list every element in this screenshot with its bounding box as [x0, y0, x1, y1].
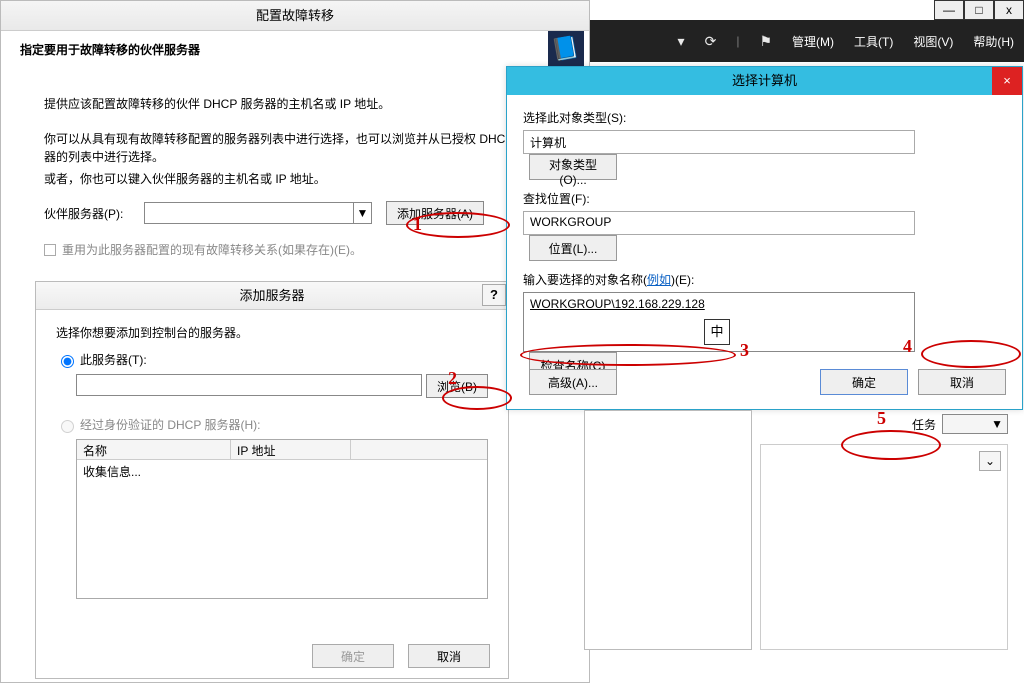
menu-manage[interactable]: 管理(M): [792, 33, 834, 50]
menu-help[interactable]: 帮助(H): [973, 33, 1014, 50]
empty-content-panel: ⌄: [760, 444, 1008, 650]
wizard-header-strip: 指定要用于故障转移的伙伴服务器 📘: [6, 31, 584, 67]
configure-failover-window: 配置故障转移 指定要用于故障转移的伙伴服务器 📘 提供应该配置故障转移的伙伴 D…: [0, 0, 590, 683]
separator: |: [736, 34, 739, 48]
location-field: WORKGROUP: [523, 211, 915, 235]
tasks-label: 任务: [912, 416, 936, 433]
object-names-label-a: 输入要选择的对象名称(: [523, 273, 647, 287]
caption-close-button[interactable]: x: [994, 0, 1024, 20]
object-names-value: WORKGROUP\192.168.229.128: [530, 297, 705, 311]
object-type-label: 选择此对象类型(S):: [523, 109, 1006, 126]
add-server-prompt: 选择你想要添加到控制台的服务器。: [56, 324, 488, 341]
tasks-dropdown[interactable]: ▼: [942, 414, 1008, 434]
combo-dropdown-icon[interactable]: ▼: [353, 203, 371, 223]
refresh-icon[interactable]: ⟳: [705, 33, 717, 50]
select-computers-dialog: 选择计算机 × 选择此对象类型(S): 计算机 对象类型(O)... 查找位置(…: [506, 66, 1023, 410]
authorized-servers-list: 名称 IP 地址 收集信息...: [76, 439, 488, 599]
location-label: 查找位置(F):: [523, 190, 1006, 207]
add-server-dialog: 添加服务器 ? 选择你想要添加到控制台的服务器。 此服务器(T): 浏览(B) …: [35, 281, 509, 679]
configure-failover-titlebar: 配置故障转移: [1, 1, 589, 31]
locations-button[interactable]: 位置(L)...: [529, 235, 617, 261]
server-name-input[interactable]: [76, 374, 422, 396]
menu-tools[interactable]: 工具(T): [854, 33, 893, 50]
example-link[interactable]: 例如: [647, 273, 671, 287]
object-names-label-b: )(E):: [671, 273, 694, 287]
ime-indicator[interactable]: 中: [704, 319, 730, 345]
select-computers-title-text: 选择计算机: [732, 73, 797, 88]
wizard-books-icon: 📘: [548, 31, 584, 67]
select-computers-titlebar: 选择计算机 ×: [507, 67, 1022, 95]
server-manager-menubar: ▾ ⟳ | ⚑ 管理(M) 工具(T) 视图(V) 帮助(H): [581, 20, 1024, 62]
instruction-text-3: 或者，你也可以键入伙伴服务器的主机名或 IP 地址。: [44, 170, 546, 187]
menu-view[interactable]: 视图(V): [913, 33, 953, 50]
authorized-servers-radio: [61, 420, 74, 433]
caption-minimize-button[interactable]: —: [934, 0, 964, 20]
select-computers-ok-button[interactable]: 确定: [820, 369, 908, 395]
instruction-text-1: 提供应该配置故障转移的伙伴 DHCP 服务器的主机名或 IP 地址。: [44, 95, 546, 112]
partner-server-label: 伙伴服务器(P):: [44, 205, 144, 222]
right-side-panel: [584, 410, 752, 650]
select-computers-cancel-button[interactable]: 取消: [918, 369, 1006, 395]
partner-server-combo[interactable]: ▼: [144, 202, 372, 224]
add-server-title-text: 添加服务器: [239, 288, 304, 303]
object-names-textarea[interactable]: WORKGROUP\192.168.229.128 中: [523, 292, 915, 352]
authorized-servers-label: 经过身份验证的 DHCP 服务器(H):: [80, 416, 260, 433]
this-server-label: 此服务器(T):: [80, 351, 147, 368]
reuse-relationship-checkbox: [44, 244, 56, 256]
dropdown-arrow-icon[interactable]: ▾: [678, 33, 685, 50]
caption-maximize-button[interactable]: □: [964, 0, 994, 20]
select-computers-close-button[interactable]: ×: [992, 67, 1022, 95]
notification-flag-icon[interactable]: ⚑: [759, 33, 772, 50]
wizard-step-title: 指定要用于故障转移的伙伴服务器: [20, 41, 548, 58]
column-ip[interactable]: IP 地址: [231, 440, 351, 459]
this-server-radio[interactable]: [61, 355, 74, 368]
add-server-button[interactable]: 添加服务器(A): [386, 201, 484, 225]
object-types-button[interactable]: 对象类型(O)...: [529, 154, 617, 180]
help-button[interactable]: ?: [482, 284, 506, 306]
add-server-ok-button: 确定: [312, 644, 394, 668]
reuse-relationship-label: 重用为此服务器配置的现有故障转移关系(如果存在)(E)。: [62, 241, 362, 258]
advanced-button[interactable]: 高级(A)...: [529, 369, 617, 395]
object-type-field: 计算机: [523, 130, 915, 154]
authorized-servers-status: 收集信息...: [77, 460, 487, 483]
instruction-text-2: 你可以从具有现有故障转移配置的服务器列表中进行选择，也可以浏览并从已授权 DHC…: [44, 130, 546, 166]
column-name[interactable]: 名称: [77, 440, 231, 459]
panel-collapse-icon[interactable]: ⌄: [979, 451, 1001, 471]
add-server-cancel-button[interactable]: 取消: [408, 644, 490, 668]
browse-button[interactable]: 浏览(B): [426, 374, 488, 398]
add-server-titlebar: 添加服务器 ?: [36, 282, 508, 310]
